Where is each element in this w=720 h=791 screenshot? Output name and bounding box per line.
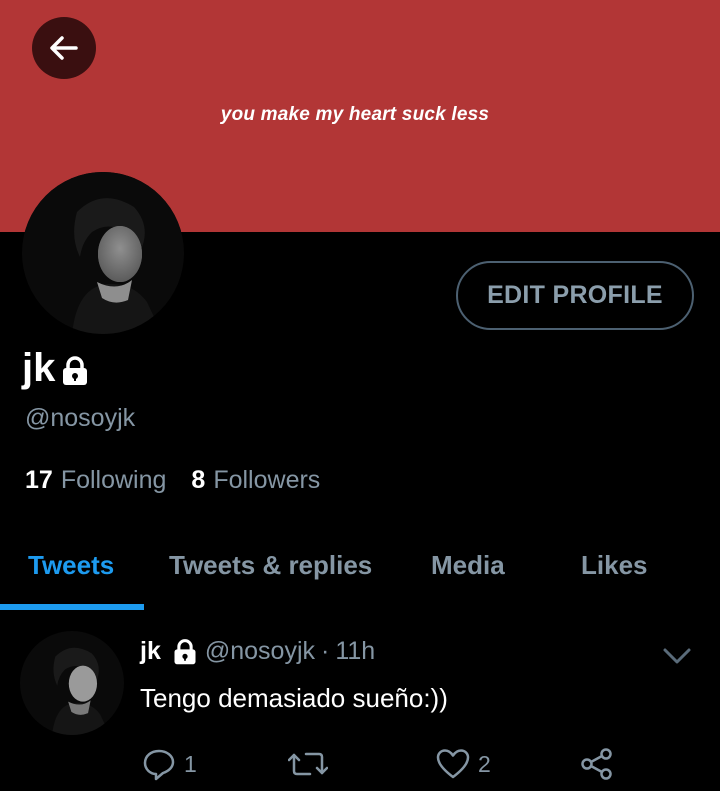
tab-media[interactable]: Media — [431, 550, 505, 581]
tweet-timestamp: 11h — [335, 637, 376, 665]
tweet-author-handle[interactable]: @nosoyjk — [205, 637, 315, 666]
profile-handle: @nosoyjk — [25, 404, 136, 432]
arrow-left-icon — [50, 36, 78, 60]
reply-count: 1 — [184, 750, 197, 777]
followers-label[interactable]: Followers — [213, 466, 320, 495]
like-button[interactable]: 2 — [436, 744, 491, 784]
tweet-author-name[interactable]: jk — [140, 637, 161, 666]
tweet-text: Tengo demasiado sueño:)) — [140, 683, 448, 713]
tweet-header: jk @nosoyjk · 11h — [140, 637, 375, 666]
heart-icon — [436, 749, 470, 779]
display-name: jk — [22, 346, 91, 391]
active-tab-indicator — [0, 604, 144, 610]
tweet-avatar-image — [20, 631, 124, 735]
reply-button[interactable]: 1 — [142, 744, 197, 784]
follow-stats: 17 Following 8 Followers — [25, 466, 345, 495]
following-count[interactable]: 17 — [25, 466, 53, 495]
tweet-avatar[interactable] — [20, 631, 124, 735]
tab-tweets-replies[interactable]: Tweets & replies — [169, 550, 372, 581]
back-button[interactable] — [32, 17, 96, 79]
lock-icon — [174, 638, 196, 664]
retweet-icon — [288, 752, 328, 776]
share-button[interactable] — [580, 744, 614, 784]
profile-tabs: Tweets Tweets & replies Media Likes — [0, 530, 720, 610]
edit-profile-button[interactable]: EDIT PROFILE — [456, 261, 694, 330]
reply-icon — [143, 749, 175, 781]
tweet-separator: · — [321, 637, 330, 665]
followers-count[interactable]: 8 — [191, 466, 205, 495]
lock-icon — [63, 355, 88, 385]
tab-tweets[interactable]: Tweets — [28, 550, 114, 581]
tab-likes[interactable]: Likes — [581, 550, 648, 581]
avatar-image — [22, 172, 184, 334]
banner-text: you make my heart suck less — [220, 104, 490, 125]
following-label[interactable]: Following — [61, 466, 167, 495]
retweet-button[interactable] — [288, 744, 328, 784]
profile-avatar[interactable] — [22, 172, 184, 334]
profile-name: jk — [22, 346, 56, 390]
share-icon — [581, 748, 612, 780]
chevron-down-icon[interactable] — [660, 640, 694, 670]
like-count: 2 — [478, 750, 491, 777]
